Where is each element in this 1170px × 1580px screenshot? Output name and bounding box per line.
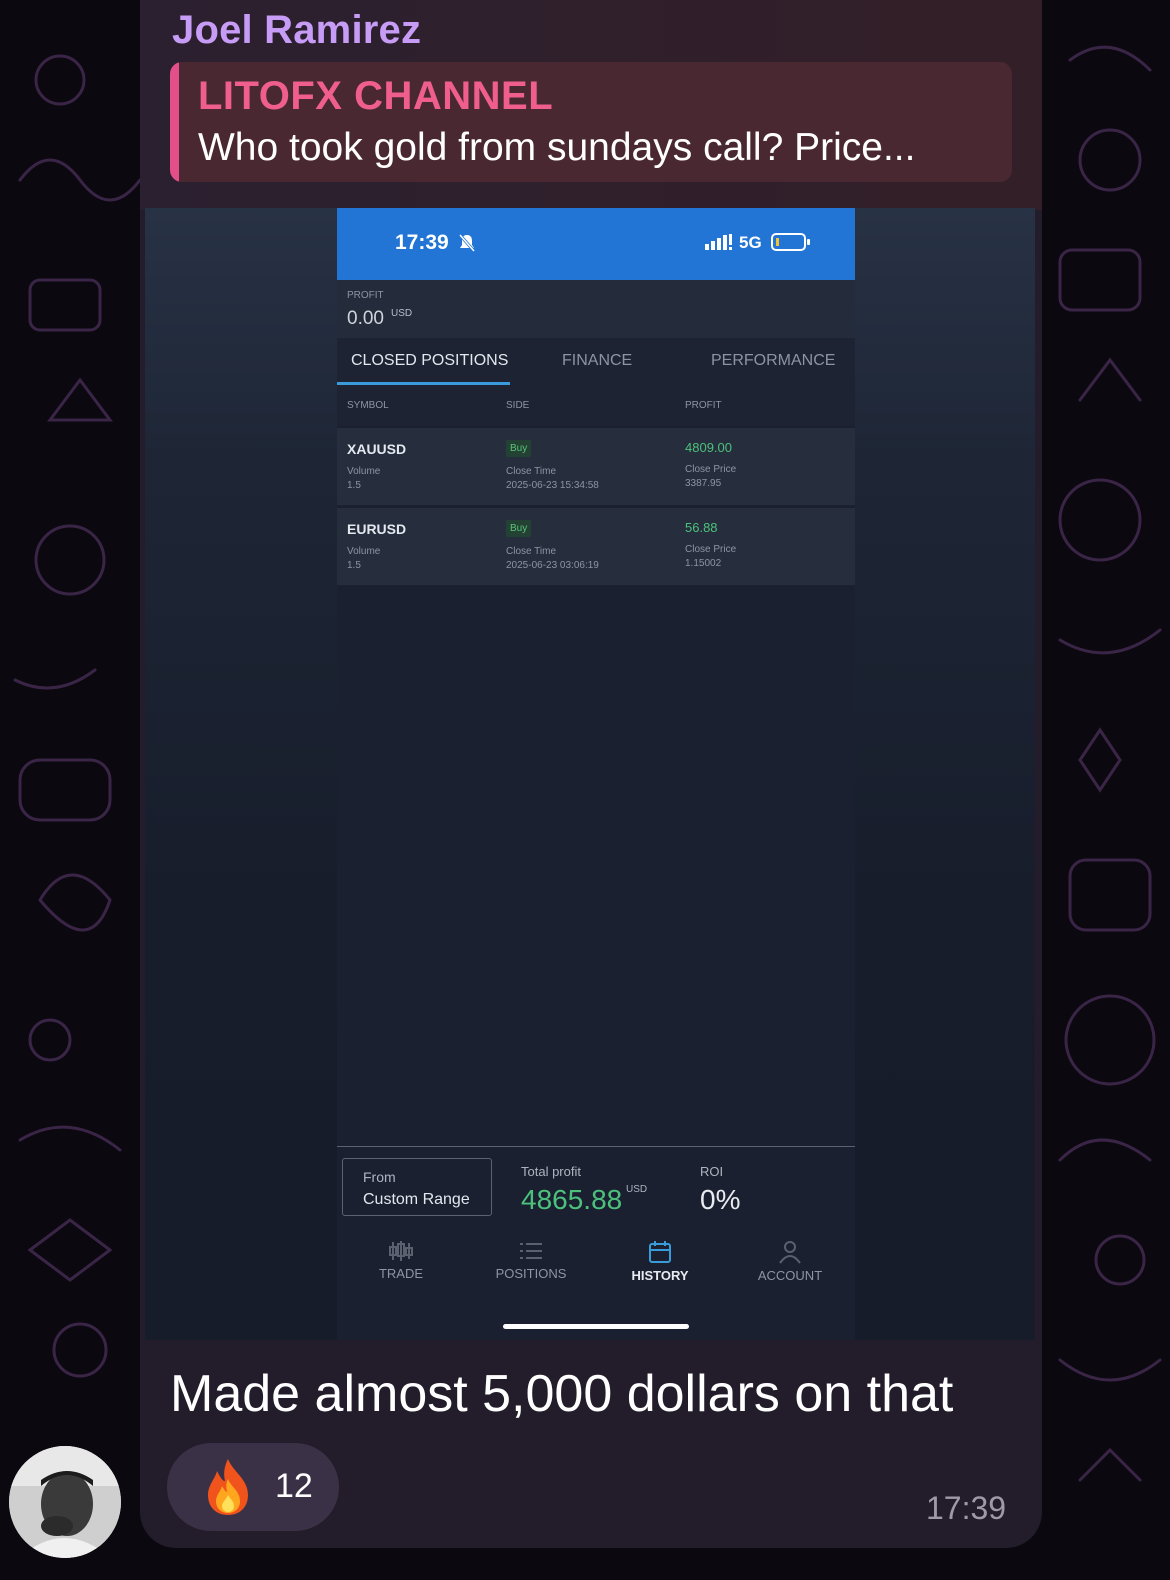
battery-icon bbox=[771, 233, 810, 251]
row-volume: 1.5 bbox=[347, 560, 361, 571]
nav-positions-label: POSITIONS bbox=[495, 1266, 567, 1281]
sender-name[interactable]: Joel Ramirez bbox=[172, 8, 421, 53]
tab-finance[interactable]: FINANCE bbox=[562, 352, 632, 370]
table-row[interactable]: EURUSD Volume 1.5 Buy Close Time 2025-06… bbox=[337, 508, 855, 585]
message-timestamp: 17:39 bbox=[926, 1490, 1007, 1526]
profit-label: PROFIT bbox=[347, 290, 384, 301]
total-profit-value: 4865.88 bbox=[521, 1184, 623, 1215]
row-close-time: 2025-06-23 15:34:58 bbox=[506, 480, 599, 491]
bell-muted-icon bbox=[458, 234, 476, 252]
row-symbol: XAUUSD bbox=[347, 441, 407, 457]
message-bubble[interactable]: Joel Ramirez LITOFX CHANNEL Who took gol… bbox=[140, 0, 1042, 1548]
reaction-count: 12 bbox=[275, 1467, 313, 1505]
total-profit-label: Total profit bbox=[521, 1164, 581, 1179]
active-tab-indicator bbox=[337, 382, 510, 385]
reply-preview[interactable]: LITOFX CHANNEL Who took gold from sunday… bbox=[170, 62, 1012, 182]
range-from-label: From bbox=[363, 1169, 396, 1185]
phone-screen: 17:39 5G PROFIT 0.00 USD CLOSED POSITION… bbox=[337, 208, 855, 1340]
row-volume-label: Volume bbox=[347, 546, 381, 557]
row-close-price-label: Close Price bbox=[685, 464, 737, 475]
column-header-side: SIDE bbox=[506, 400, 530, 411]
table-header: SYMBOL SIDE PROFIT bbox=[337, 386, 855, 426]
reaction-chip[interactable]: 12 bbox=[167, 1443, 339, 1531]
status-bar: 17:39 5G bbox=[337, 208, 855, 280]
fire-icon bbox=[208, 1459, 248, 1515]
user-icon bbox=[779, 1241, 801, 1264]
row-close-time: 2025-06-23 03:06:19 bbox=[506, 560, 599, 571]
range-value: Custom Range bbox=[363, 1191, 470, 1208]
nav-history-label: HISTORY bbox=[631, 1268, 689, 1283]
profit-unit: USD bbox=[391, 308, 413, 319]
footer-divider bbox=[337, 1146, 855, 1147]
avatar-photo bbox=[9, 1446, 121, 1558]
nav-positions[interactable]: POSITIONS bbox=[481, 1240, 581, 1290]
row-close-time-label: Close Time bbox=[506, 546, 557, 557]
home-indicator bbox=[503, 1324, 689, 1329]
roi-label: ROI bbox=[700, 1164, 724, 1179]
row-symbol: EURUSD bbox=[347, 521, 407, 537]
row-close-price-label: Close Price bbox=[685, 544, 737, 555]
date-range-selector[interactable]: From Custom Range bbox=[342, 1158, 492, 1216]
total-profit-unit: USD bbox=[626, 1184, 648, 1195]
side-badge: Buy bbox=[506, 440, 532, 457]
signal-icon bbox=[705, 234, 732, 250]
calendar-icon bbox=[649, 1241, 671, 1263]
history-tabs: CLOSED POSITIONS FINANCE PERFORMANCE bbox=[337, 338, 855, 386]
attached-screenshot[interactable]: 17:39 5G PROFIT 0.00 USD CLOSED POSITION… bbox=[145, 208, 1035, 1340]
message-header: Joel Ramirez LITOFX CHANNEL Who took gol… bbox=[140, 0, 1042, 210]
side-badge: Buy bbox=[506, 520, 532, 537]
row-close-time-label: Close Time bbox=[506, 466, 557, 477]
row-volume: 1.5 bbox=[347, 480, 361, 491]
profit-summary: PROFIT 0.00 USD bbox=[337, 280, 855, 338]
network-type: 5G bbox=[739, 233, 762, 252]
reply-title: LITOFX CHANNEL bbox=[198, 74, 554, 118]
tab-closed-positions[interactable]: CLOSED POSITIONS bbox=[351, 352, 508, 370]
row-profit: 4809.00 bbox=[685, 440, 732, 455]
list-icon bbox=[520, 1243, 542, 1259]
nav-history[interactable]: HISTORY bbox=[610, 1240, 710, 1290]
reply-accent-bar bbox=[170, 62, 179, 182]
nav-trade[interactable]: TRADE bbox=[351, 1240, 451, 1290]
row-close-price: 3387.95 bbox=[685, 478, 722, 489]
row-profit: 56.88 bbox=[685, 520, 718, 535]
column-header-symbol: SYMBOL bbox=[347, 400, 389, 411]
profit-value: 0.00 bbox=[347, 308, 384, 329]
nav-account[interactable]: ACCOUNT bbox=[740, 1240, 840, 1290]
nav-trade-label: TRADE bbox=[378, 1266, 424, 1281]
table-row[interactable]: XAUUSD Volume 1.5 Buy Close Time 2025-06… bbox=[337, 428, 855, 505]
avatar[interactable] bbox=[9, 1446, 121, 1558]
status-time: 17:39 bbox=[395, 231, 449, 254]
tab-performance[interactable]: PERFORMANCE bbox=[711, 352, 835, 370]
column-header-profit: PROFIT bbox=[685, 400, 722, 411]
row-close-price: 1.15002 bbox=[685, 558, 722, 569]
candlestick-icon bbox=[389, 1241, 413, 1261]
reply-text: Who took gold from sundays call? Price..… bbox=[198, 126, 916, 169]
row-volume-label: Volume bbox=[347, 466, 381, 477]
message-text: Made almost 5,000 dollars on that bbox=[170, 1365, 954, 1423]
nav-account-label: ACCOUNT bbox=[757, 1268, 823, 1283]
roi-value: 0% bbox=[700, 1184, 741, 1215]
